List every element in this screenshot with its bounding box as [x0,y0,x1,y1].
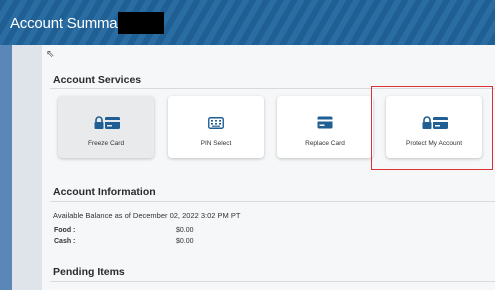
app-frame: Account Summary For ⇖ Account Services F… [0,0,495,290]
food-balance-value: $0.00 [176,227,194,234]
cash-balance-label: Cash : [54,238,76,245]
available-balance-text: Available Balance as of December 02, 202… [53,211,241,220]
keypad-icon [208,117,224,129]
pending-items-heading: Pending Items [53,266,125,278]
replace-card-label: Replace Card [305,140,345,147]
freeze-card-button[interactable]: Freeze Card [58,96,154,158]
left-rail [0,45,12,290]
page-header: Account Summary For [0,0,495,45]
redacted-account-name [118,12,164,34]
freeze-card-label: Freeze Card [87,140,125,147]
pin-select-label: PIN Select [200,140,232,147]
mouse-cursor-icon: ⇖ [46,49,55,60]
highlight-box [371,86,493,170]
food-balance-label: Food : [54,227,76,234]
account-information-divider [50,201,495,202]
account-services-heading: Account Services [53,74,142,86]
account-information-heading: Account Information [53,186,156,198]
lock-card-icon [94,116,120,129]
card-icon [317,116,333,129]
left-gutter [12,45,42,290]
pending-items-divider [50,281,495,282]
replace-card-button[interactable]: Replace Card [277,96,373,158]
pin-select-button[interactable]: PIN Select [168,96,264,158]
cash-balance-value: $0.00 [176,238,194,245]
